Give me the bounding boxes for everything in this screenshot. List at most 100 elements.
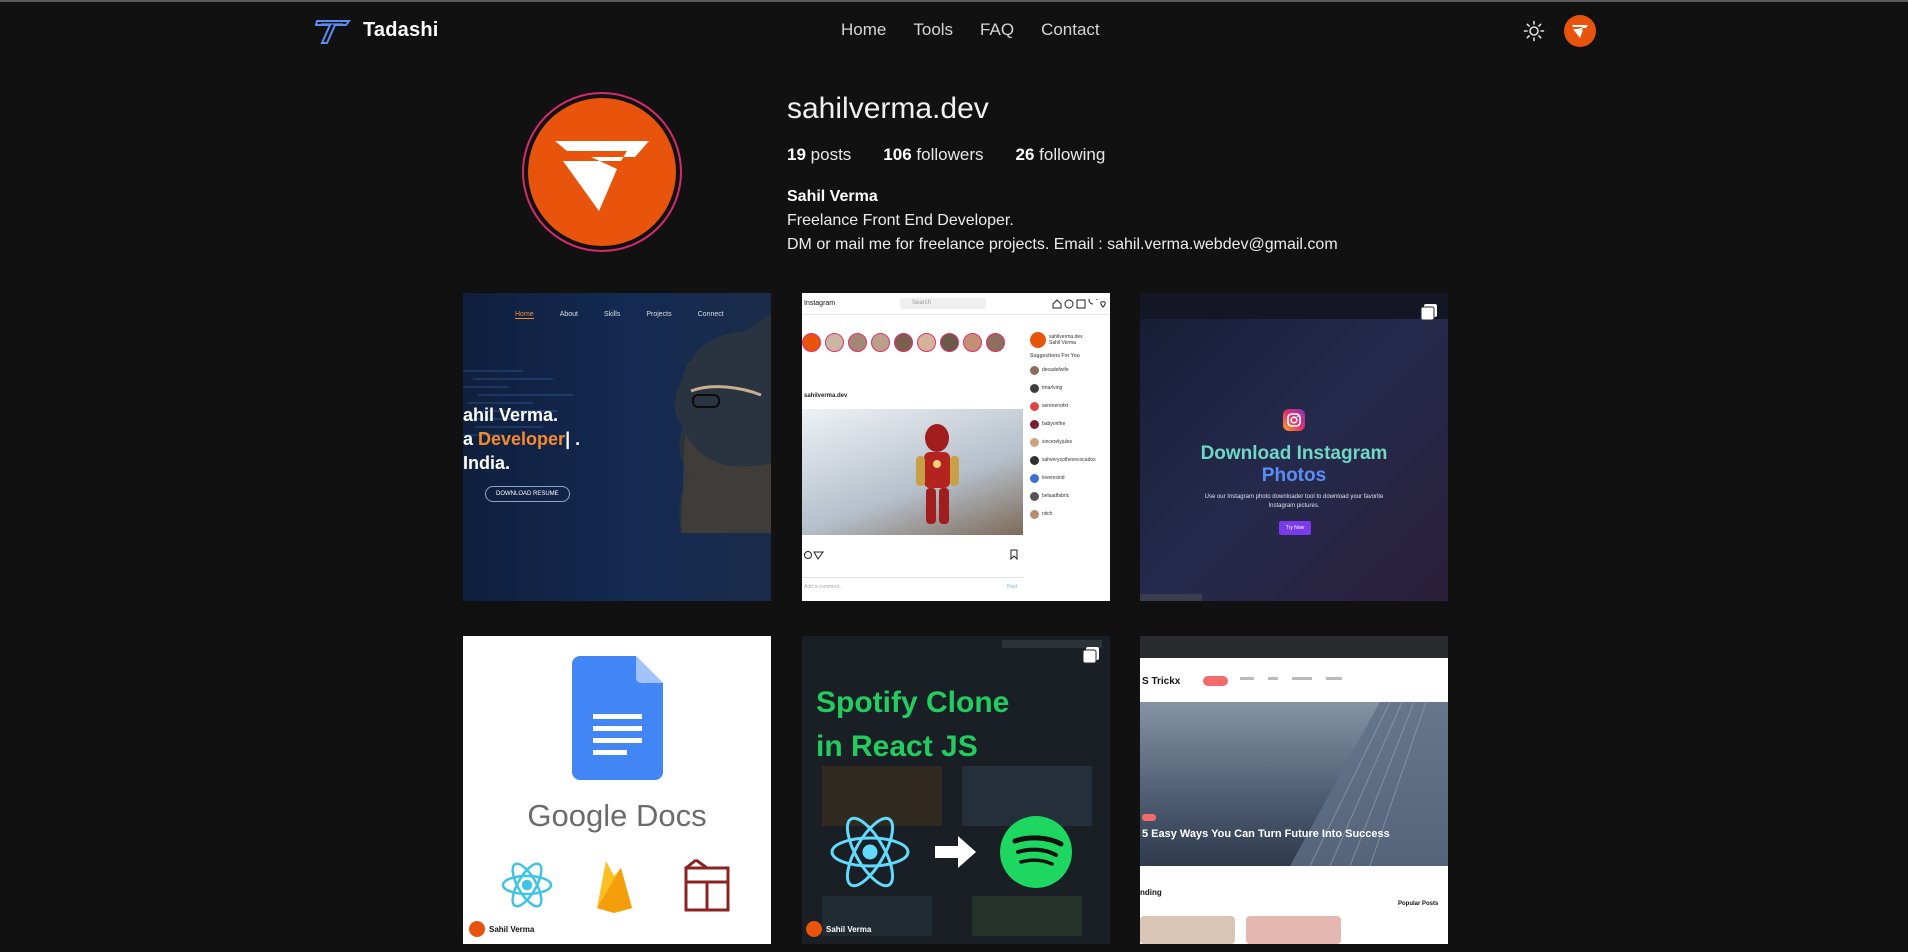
suggestion-avatar xyxy=(1030,455,1039,465)
story-avatar xyxy=(825,333,844,352)
post-tile-instagram-downloader[interactable]: Download Instagram Photos Use our Instag… xyxy=(1140,293,1448,601)
react-to-spotify-graphic xyxy=(830,816,1072,888)
nav-link-faq[interactable]: FAQ xyxy=(980,20,1014,40)
multiple-images-icon xyxy=(1420,304,1437,321)
nav-link-home[interactable]: Home xyxy=(841,20,886,40)
suggestion-name: nitch xyxy=(1042,511,1053,517)
user-avatar-button[interactable] xyxy=(1564,15,1596,47)
suggestion-avatar xyxy=(1030,401,1039,411)
posts-label: posts xyxy=(810,145,852,164)
suggestion-row: sahverysothexecocados xyxy=(1030,451,1110,469)
ig-clone-stories xyxy=(802,333,1005,352)
suggestion-avatar xyxy=(1030,419,1039,429)
try-now-button: Try Now xyxy=(1279,521,1311,535)
signature-avatar xyxy=(806,921,822,937)
downloader-title-line2: Photos xyxy=(1261,465,1327,486)
suggestion-name: lovemsind xyxy=(1042,475,1065,481)
navbar: Tadashi Home Tools FAQ Contact xyxy=(0,2,1908,58)
story-avatar xyxy=(848,333,867,352)
instagram-logo-icon xyxy=(1283,409,1305,431)
bio-line-1: Freelance Front End Developer. xyxy=(787,212,1014,229)
ig-clone-comment-divider xyxy=(802,577,1023,578)
blog-nav-links xyxy=(1240,677,1342,680)
story-avatar xyxy=(802,333,821,352)
ig-clone-suggestions: sahilverma.dev Sahil Verma Suggestions Fo… xyxy=(1030,331,1110,531)
blog-nav-placeholder xyxy=(1326,677,1342,680)
signature-name: Sahil Verma xyxy=(826,924,872,934)
post-signature: Sahil Verma xyxy=(806,921,871,937)
nav-link-contact[interactable]: Contact xyxy=(1041,20,1100,40)
suggestion-row: lovemsind xyxy=(1030,469,1110,487)
profile-username: sahilverma.dev xyxy=(787,92,989,125)
followers-label: followers xyxy=(916,145,984,164)
post-tile-google-docs[interactable]: Google Docs Sahil Verma xyxy=(463,636,771,944)
suggestion-row: tmarlving xyxy=(1030,379,1110,397)
ig-clone-post-action: Post xyxy=(1007,584,1018,590)
story-avatar xyxy=(963,333,982,352)
stat-following[interactable]: 26 following xyxy=(1016,145,1106,165)
sun-icon[interactable] xyxy=(1523,20,1545,42)
portfolio-heading-line3: India. xyxy=(463,453,511,473)
downloader-subtitle: Use our Instagram photo downloader tool … xyxy=(1204,494,1384,509)
signature-avatar xyxy=(469,921,485,937)
suggestion-row: babyonfire xyxy=(1030,415,1110,433)
following-count: 26 xyxy=(1015,145,1035,164)
brand-name: Tadashi xyxy=(363,18,439,41)
suggestion-name: belaadfabric xyxy=(1042,493,1070,499)
bio-line-2: DM or mail me for freelance projects. Em… xyxy=(787,236,1338,253)
post-tile-spotify-clone[interactable]: Spotify Clone in React JS Sahil Verma xyxy=(802,636,1110,944)
brand[interactable]: Tadashi xyxy=(313,15,439,45)
ig-clone-nav-icons xyxy=(1052,299,1106,309)
suggestion-name: tmarlving xyxy=(1042,385,1063,391)
download-resume-button: DOWNLOAD RESUME xyxy=(485,486,570,502)
stat-posts[interactable]: 19 posts xyxy=(787,145,851,165)
ig-clone-me-text: sahilverma.dev Sahil Verma xyxy=(1049,334,1083,346)
blog-logo: S Trickx xyxy=(1142,676,1181,687)
nav-link-tools[interactable]: Tools xyxy=(913,20,953,40)
tech-stack-icons xyxy=(501,858,730,913)
spotify-title-line2: in React JS xyxy=(816,730,978,763)
blog-browser-tabs xyxy=(1140,636,1448,658)
story-avatar xyxy=(986,333,1005,352)
react-icon xyxy=(501,862,553,908)
downloader-title-line1: Download Instagram xyxy=(1200,443,1388,464)
blog-nav-placeholder xyxy=(1240,677,1254,680)
blog-nav-placeholder xyxy=(1292,677,1312,680)
stat-followers[interactable]: 106 followers xyxy=(883,145,983,165)
post-tile-blog-site[interactable]: S Trickx 5 Easy Ways You Can Turn Future… xyxy=(1140,636,1448,944)
portfolio-nav-about: About xyxy=(559,311,578,318)
post-tile-instagram-clone[interactable]: Instagram Search sahilverma.dev sahilver… xyxy=(802,293,1110,601)
brand-mark-icon xyxy=(555,141,649,211)
portfolio-heading: ahil Verma. a Developer| . India. xyxy=(463,403,580,475)
suggestion-avatar xyxy=(1030,509,1039,519)
suggestion-row: serenenofxt xyxy=(1030,397,1110,415)
story-avatar xyxy=(917,333,936,352)
following-label: following xyxy=(1039,145,1106,164)
bookmark-icon xyxy=(1010,549,1018,560)
suggestion-avatar xyxy=(1030,383,1039,393)
react-icon xyxy=(830,816,910,888)
ironman-figure-image xyxy=(916,424,959,524)
arrow-right-icon xyxy=(935,836,976,868)
portfolio-heading-prefix: a xyxy=(463,429,479,449)
suggestion-row: nitch xyxy=(1030,505,1110,523)
box-package-icon xyxy=(684,858,730,912)
suggestion-avatar xyxy=(1030,473,1039,483)
blog-popular-heading: Popular Posts xyxy=(1398,901,1439,907)
ig-clone-topbar: Instagram Search xyxy=(802,293,1110,315)
suggestion-avatar xyxy=(1030,365,1039,375)
signature-name: Sahil Verma xyxy=(489,924,535,934)
suggestion-row: sincerelyjules xyxy=(1030,433,1110,451)
profile-avatar-ring[interactable] xyxy=(522,92,682,252)
spotify-clone-title: Spotify Clone in React JS xyxy=(816,681,1009,769)
profile-full-name: Sahil Verma xyxy=(787,188,878,205)
portfolio-heading-suffix: | . xyxy=(565,429,581,449)
blog-thumbnail xyxy=(1140,916,1235,944)
blog-category-badge xyxy=(1142,814,1156,821)
portfolio-heading-line2: a Developer| . xyxy=(463,427,580,451)
post-tile-portfolio[interactable]: Home About Skills Projects Connect ahil … xyxy=(463,293,771,601)
posts-count: 19 xyxy=(787,145,806,164)
downloader-scrollbar xyxy=(1140,594,1202,601)
story-avatar xyxy=(871,333,890,352)
brand-mark-icon xyxy=(1572,25,1588,38)
